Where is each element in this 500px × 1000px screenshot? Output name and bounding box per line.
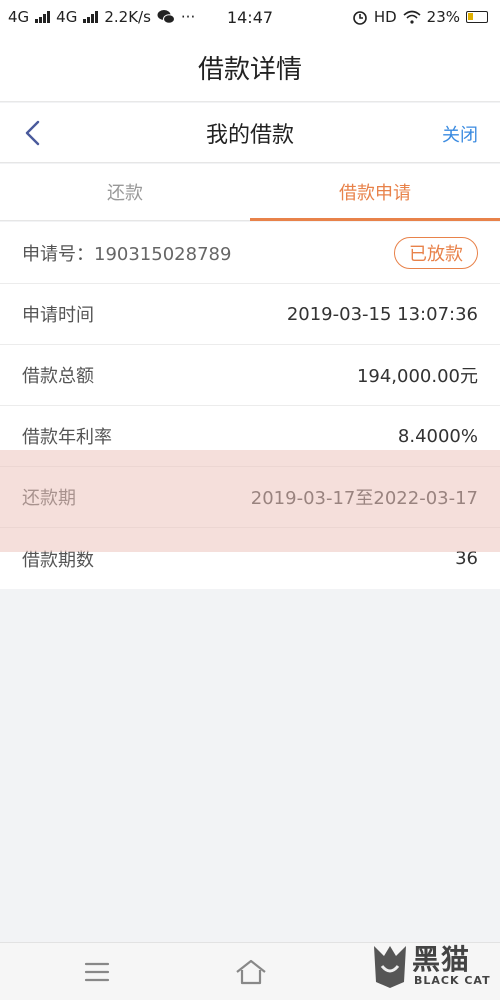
detail-label: 借款期数	[22, 549, 94, 571]
cat-logo-icon	[374, 946, 406, 988]
detail-row-annual-rate: 借款年利率 8.4000%	[0, 406, 500, 467]
wifi-icon	[403, 10, 421, 24]
status-bar-left: 4G 4G 2.2K/s ···	[8, 8, 195, 26]
tab-bar: 还款 借款申请	[0, 164, 500, 221]
tab-repayment[interactable]: 还款	[0, 164, 250, 220]
network-type-1: 4G	[8, 8, 30, 26]
hd-indicator: HD	[373, 8, 397, 26]
back-icon[interactable]	[20, 119, 46, 147]
network-speed: 2.2K/s	[104, 8, 151, 26]
wechat-icon	[157, 10, 175, 24]
status-bar: 4G 4G 2.2K/s ··· 14:47 HD 23%	[0, 0, 500, 34]
status-bar-right: HD 23%	[352, 8, 488, 26]
detail-value: 2019-03-15 13:07:36	[286, 303, 478, 325]
detail-row-application-time: 申请时间 2019-03-15 13:07:36	[0, 284, 500, 345]
detail-value: 2019-03-17至2022-03-17	[250, 488, 478, 509]
detail-row-repayment-period: 还款期 2019-03-17至2022-03-17	[0, 467, 500, 528]
more-indicator: ···	[180, 8, 196, 26]
application-number-row: 申请号：190315028789 已放款	[0, 222, 500, 284]
detail-label: 还款期	[22, 488, 76, 509]
tab-loan-application[interactable]: 借款申请	[250, 164, 500, 221]
battery-icon	[466, 11, 488, 23]
loan-detail-list: 申请号：190315028789 已放款 申请时间 2019-03-15 13:…	[0, 222, 500, 589]
signal-icon	[35, 11, 51, 23]
detail-label: 借款年利率	[22, 427, 112, 448]
system-nav-bar: 黑猫 BLACK CAT	[0, 942, 500, 1000]
signal-icon-2	[83, 11, 99, 23]
detail-value: 36	[455, 548, 478, 569]
detail-value: 194,000.00元	[356, 366, 478, 387]
status-badge: 已放款	[394, 236, 478, 269]
detail-value: 8.4000%	[397, 425, 478, 447]
detail-label: 借款总额	[22, 366, 94, 387]
battery-percent: 23%	[426, 8, 460, 26]
detail-row-installments: 借款期数 36	[0, 528, 500, 589]
detail-row-total-amount: 借款总额 194,000.00元	[0, 345, 500, 406]
watermark-text-en: BLACK CAT	[414, 974, 491, 987]
detail-label: 申请时间	[22, 305, 94, 326]
home-icon[interactable]	[234, 958, 268, 986]
application-number: 申请号：190315028789	[22, 240, 231, 266]
network-type-2: 4G	[56, 8, 78, 26]
nav-bar: 我的借款 关闭	[0, 103, 500, 163]
application-number-value: 190315028789	[94, 243, 232, 265]
watermark-logo: 黑猫 BLACK CAT	[370, 938, 494, 994]
menu-icon[interactable]	[84, 961, 110, 983]
watermark-text-cn: 黑猫	[412, 943, 471, 976]
nav-title: 我的借款	[205, 122, 294, 148]
close-button[interactable]: 关闭	[442, 121, 478, 147]
page-title: 借款详情	[0, 34, 500, 102]
application-number-label: 申请号：	[22, 243, 94, 265]
alarm-icon	[353, 11, 367, 25]
